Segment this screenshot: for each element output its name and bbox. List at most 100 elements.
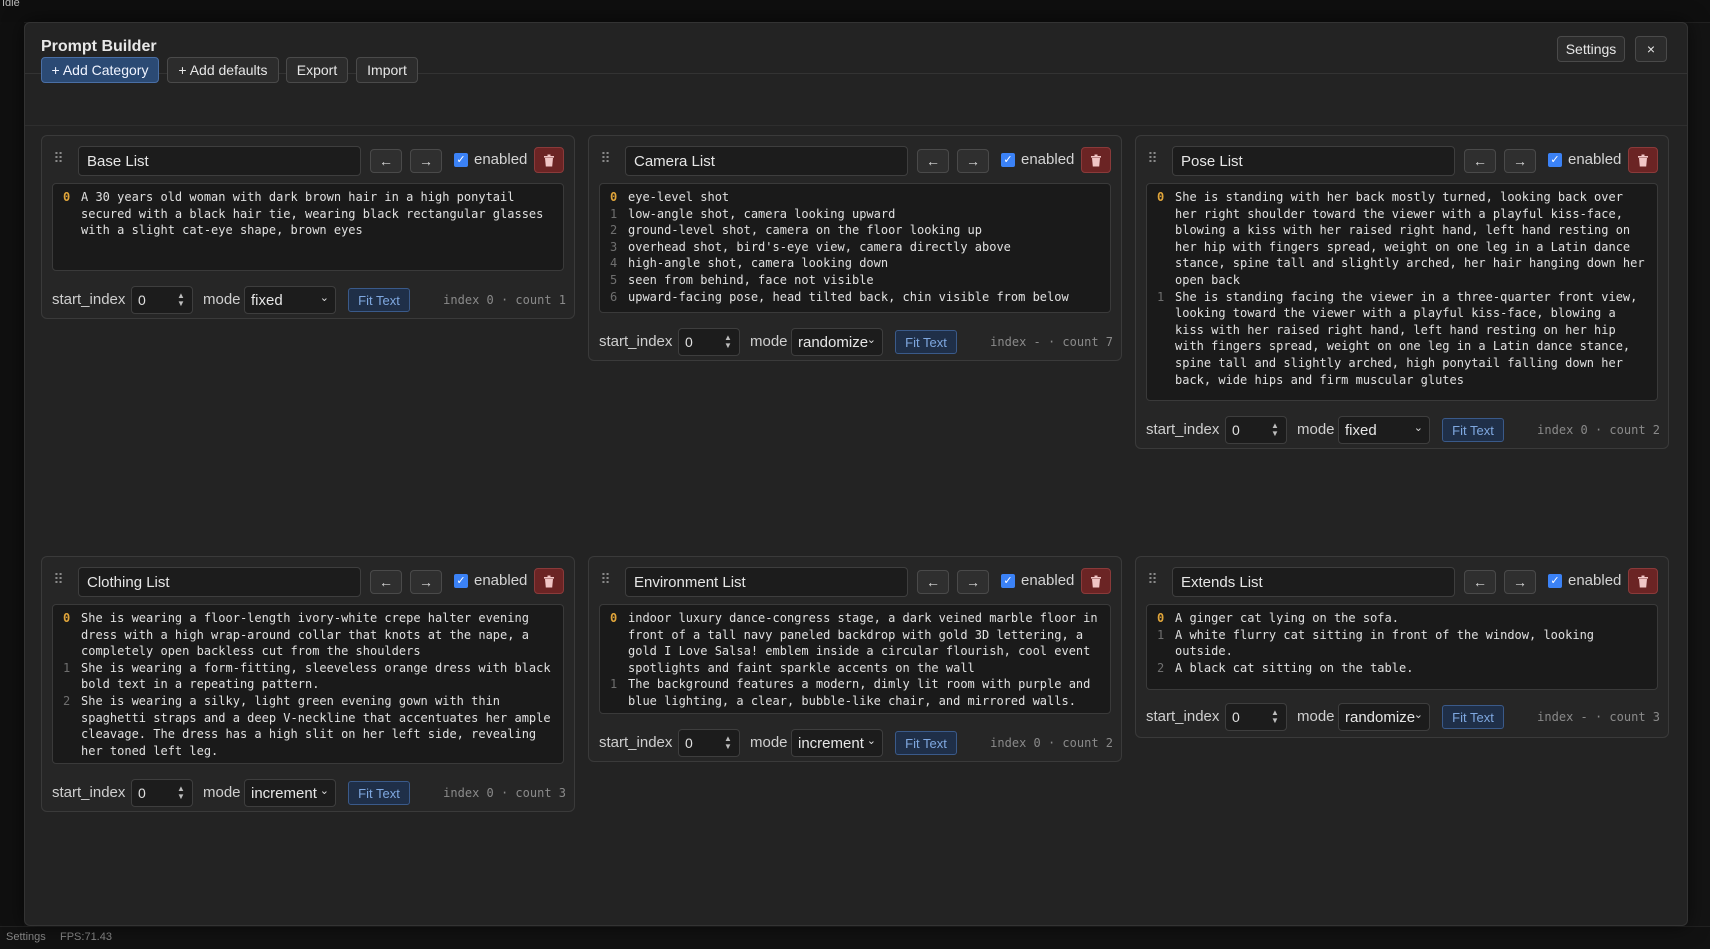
start-index-input[interactable]: 0 ▲ ▼ (131, 286, 193, 314)
category-name-input[interactable] (1172, 567, 1455, 597)
stepper-icon[interactable]: ▲ ▼ (1270, 709, 1280, 725)
move-left-button[interactable]: ← (917, 149, 949, 173)
line-number: 3 (610, 239, 618, 254)
drag-handle-icon[interactable]: ⠿ (599, 150, 611, 166)
line-number: 0 (1157, 611, 1165, 625)
start-index-label: start_index (599, 333, 673, 350)
move-right-button[interactable]: → (957, 570, 989, 594)
index-count-status: index 0 · count 3 (443, 786, 566, 800)
mode-select[interactable]: fixed ⌄ (244, 286, 336, 314)
stepper-icon[interactable]: ▲ ▼ (176, 785, 186, 801)
delete-button[interactable] (1628, 568, 1658, 594)
drag-handle-icon[interactable]: ⠿ (52, 150, 64, 166)
index-count-status: index - · count 7 (990, 335, 1113, 349)
move-left-button[interactable]: ← (1464, 149, 1496, 173)
export-button[interactable]: Export (286, 57, 348, 83)
delete-button[interactable] (534, 568, 564, 594)
mode-select[interactable]: increment ⌄ (244, 779, 336, 807)
enabled-checkbox[interactable]: ✓ (454, 153, 468, 167)
card-footer: start_index 0 ▲ ▼ mode increment ⌄ Fit Te… (599, 729, 1113, 757)
start-index-input[interactable]: 0 ▲ ▼ (678, 328, 740, 356)
index-count-status: index - · count 3 (1537, 710, 1660, 724)
drag-handle-icon[interactable]: ⠿ (1146, 571, 1158, 587)
enabled-checkbox[interactable]: ✓ (1001, 574, 1015, 588)
stepper-icon[interactable]: ▲ ▼ (723, 334, 733, 350)
stepper-icon[interactable]: ▲ ▼ (176, 292, 186, 308)
line-number: 0 (610, 190, 618, 204)
move-right-button[interactable]: → (1504, 149, 1536, 173)
drag-handle-icon[interactable]: ⠿ (599, 571, 611, 587)
import-button[interactable]: Import (356, 57, 418, 83)
start-index-input[interactable]: 0 ▲ ▼ (678, 729, 740, 757)
mode-select[interactable]: randomize ⌄ (791, 328, 883, 356)
prompt-textarea[interactable]: 0 eye-level shot 1 low-angle shot, camer… (599, 183, 1111, 313)
enabled-checkbox[interactable]: ✓ (1548, 153, 1562, 167)
start-index-input[interactable]: 0 ▲ ▼ (1225, 416, 1287, 444)
move-right-button[interactable]: → (410, 149, 442, 173)
prompt-textarea[interactable]: 0 indoor luxury dance-congress stage, a … (599, 604, 1111, 714)
delete-button[interactable] (534, 147, 564, 173)
mode-select[interactable]: increment ⌄ (791, 729, 883, 757)
drag-handle-icon[interactable]: ⠿ (52, 571, 64, 587)
prompt-text: She is standing with her back mostly tur… (1175, 190, 1652, 287)
move-right-button[interactable]: → (957, 149, 989, 173)
prompt-text: upward-facing pose, head tilted back, ch… (628, 289, 1069, 304)
move-left-button[interactable]: ← (1464, 570, 1496, 594)
mode-value: increment (251, 785, 317, 802)
prompt-textarea[interactable]: 0 She is standing with her back mostly t… (1146, 183, 1658, 401)
category-name-input[interactable] (1172, 146, 1455, 176)
start-index-input[interactable]: 0 ▲ ▼ (131, 779, 193, 807)
add-defaults-button[interactable]: + Add defaults (167, 57, 279, 83)
move-right-button[interactable]: → (1504, 570, 1536, 594)
delete-button[interactable] (1628, 147, 1658, 173)
settings-button[interactable]: Settings (1557, 36, 1625, 62)
delete-button[interactable] (1081, 568, 1111, 594)
enabled-checkbox[interactable]: ✓ (1548, 574, 1562, 588)
move-left-button[interactable]: ← (370, 570, 402, 594)
line-number: 2 (1157, 660, 1165, 675)
prompt-text: She is standing facing the viewer in a t… (1175, 289, 1645, 387)
category-card: ⠿ ← → ✓ enabled 0 indoor luxury dance-co… (588, 556, 1122, 762)
prompt-line: 2 She is wearing a silky, light green ev… (63, 693, 555, 759)
mode-value: increment (798, 735, 864, 752)
drag-handle-icon[interactable]: ⠿ (1146, 150, 1158, 166)
fit-text-button[interactable]: Fit Text (895, 731, 957, 755)
fit-text-button[interactable]: Fit Text (348, 288, 410, 312)
stepper-icon[interactable]: ▲ ▼ (1270, 422, 1280, 438)
prompt-textarea[interactable]: 0 A ginger cat lying on the sofa. 1 A wh… (1146, 604, 1658, 690)
line-number: 0 (1157, 190, 1165, 204)
fit-text-button[interactable]: Fit Text (348, 781, 410, 805)
category-card: ⠿ ← → ✓ enabled 0 A 30 years old woman w… (41, 135, 575, 319)
prompt-line: 1 low-angle shot, camera looking upward (610, 206, 1102, 223)
fit-text-button[interactable]: Fit Text (1442, 418, 1504, 442)
category-name-input[interactable] (78, 146, 361, 176)
mode-select[interactable]: fixed ⌄ (1338, 416, 1430, 444)
prompt-textarea[interactable]: 0 A 30 years old woman with dark brown h… (52, 183, 564, 271)
category-name-input[interactable] (625, 146, 908, 176)
fit-text-button[interactable]: Fit Text (895, 330, 957, 354)
mode-select[interactable]: randomize ⌄ (1338, 703, 1430, 731)
category-name-input[interactable] (78, 567, 361, 597)
move-left-button[interactable]: ← (370, 149, 402, 173)
start-index-value: 0 (138, 785, 146, 801)
settings-link[interactable]: Settings (6, 931, 46, 943)
category-name-input[interactable] (625, 567, 908, 597)
fit-text-button[interactable]: Fit Text (1442, 705, 1504, 729)
trash-icon (544, 154, 554, 166)
prompt-text: A 30 years old woman with dark brown hai… (81, 190, 551, 238)
trash-icon (1638, 154, 1648, 166)
move-left-button[interactable]: ← (917, 570, 949, 594)
stepper-icon[interactable]: ▲ ▼ (723, 735, 733, 751)
close-button[interactable]: × (1635, 36, 1667, 62)
line-number: 1 (1157, 289, 1165, 304)
move-right-button[interactable]: → (410, 570, 442, 594)
enabled-checkbox[interactable]: ✓ (1001, 153, 1015, 167)
prompt-line: 4 high-angle shot, camera looking down (610, 255, 1102, 272)
line-number: 1 (1157, 627, 1165, 642)
add-category-button[interactable]: + Add Category (41, 57, 159, 83)
delete-button[interactable] (1081, 147, 1111, 173)
start-index-input[interactable]: 0 ▲ ▼ (1225, 703, 1287, 731)
line-number: 1 (610, 677, 618, 692)
prompt-textarea[interactable]: 0 She is wearing a floor-length ivory-wh… (52, 604, 564, 764)
enabled-checkbox[interactable]: ✓ (454, 574, 468, 588)
